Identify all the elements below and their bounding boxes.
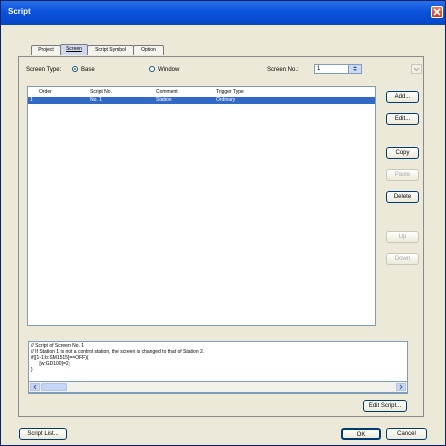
radio-window[interactable] [149,66,155,72]
script-line: } [31,367,33,373]
cell-trigger-type: Ordinary [216,97,236,103]
cell-order: 1 [30,97,33,103]
horizontal-scrollbar[interactable] [28,381,408,393]
table-row[interactable]: 1 No. 1 Station Ordinary [28,97,375,104]
scroll-right-button[interactable] [396,383,406,391]
script-list-button[interactable]: Script List... [19,428,67,440]
copy-button[interactable]: Copy [386,147,419,159]
scroll-left-button[interactable] [30,383,40,391]
arrow-right-icon [399,384,403,390]
close-icon [433,8,441,16]
cell-script-no: No. 1 [90,97,102,103]
scroll-thumb[interactable] [41,383,67,391]
radio-base[interactable] [72,66,78,72]
cancel-button[interactable]: Cancel [386,428,427,440]
script-dialog: Script Project Screen Script Symbol Opti… [0,0,446,446]
tab-project[interactable]: Project [31,45,61,55]
tab-screen[interactable]: Screen [60,44,88,55]
cell-comment: Station [156,97,172,103]
arrow-left-icon [33,384,37,390]
down-button[interactable]: Down [386,253,419,265]
close-button[interactable] [431,6,443,18]
window-title: Script [8,7,31,16]
screen-type-label: Screen Type: [26,67,62,73]
chevron-down-icon [413,67,420,72]
dropdown-arrow-button[interactable] [411,64,422,74]
spinner-arrows-icon [353,66,357,71]
up-button[interactable]: Up [386,231,419,243]
column-trigger-type[interactable]: Trigger Type [216,89,244,95]
column-script-no[interactable]: Script No. [90,89,112,95]
tab-script-symbol[interactable]: Script Symbol [87,45,134,55]
column-comment[interactable]: Comment [156,89,178,95]
edit-button[interactable]: Edit... [386,113,419,125]
script-list[interactable]: Order Script No. Comment Trigger Type 1 … [27,86,376,326]
tab-option[interactable]: Option [133,45,164,55]
radio-window-label: Window [158,67,180,73]
script-line: [w:GD100]=2; [31,361,71,367]
radio-base-label: Base [81,67,95,73]
ok-button[interactable]: OK [341,428,381,440]
add-button[interactable]: Add... [386,91,419,103]
delete-button[interactable]: Delete [386,191,419,203]
screen-no-spinner[interactable] [348,65,361,73]
paste-button[interactable]: Paste [386,169,419,181]
screen-no-label: Screen No.: [267,67,299,73]
edit-script-button[interactable]: Edit Script... [363,400,407,412]
column-order[interactable]: Order [39,89,52,95]
title-bar[interactable]: Script [1,1,445,25]
